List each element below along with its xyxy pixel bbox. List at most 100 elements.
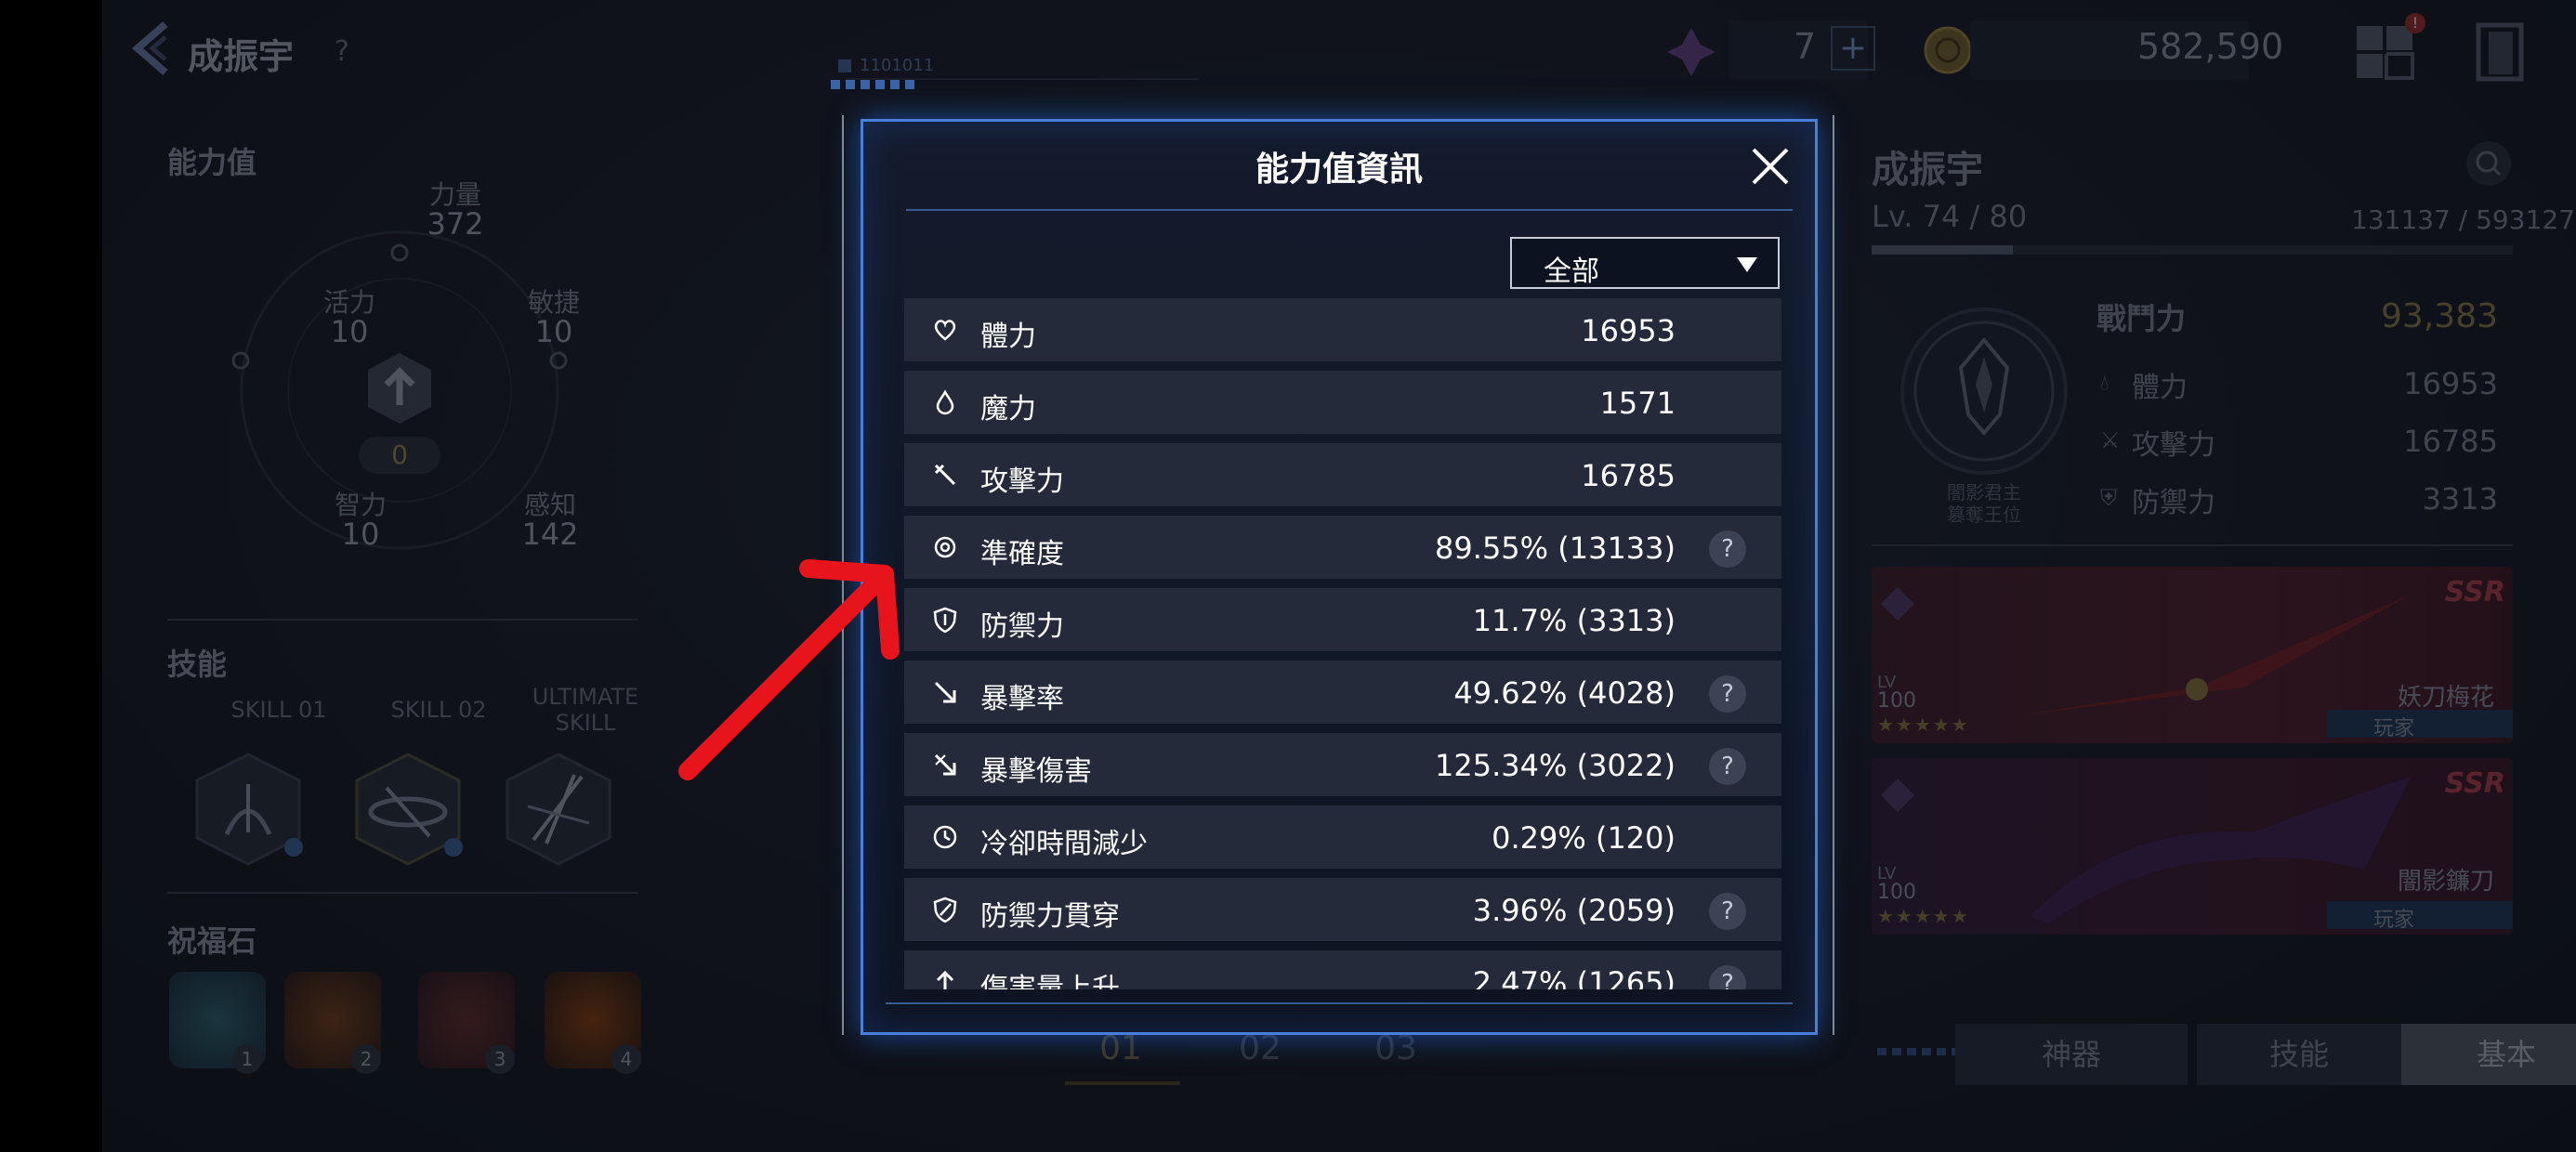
combat-power-value: 93,383 (2381, 297, 2498, 335)
chevron-down-icon (1737, 257, 1757, 272)
emblem-caption-2: 篡奪王位 (1947, 504, 2021, 526)
stat-row-label: 暴擊傷害 (980, 755, 1092, 788)
menu-grid-icon[interactable] (2355, 24, 2416, 82)
sword-icon (934, 464, 956, 486)
skill-02-label: SKILL 02 (390, 697, 487, 723)
stat-upgrade-icon[interactable] (364, 349, 435, 427)
page-01-underline (1065, 1081, 1180, 1085)
help-icon[interactable]: ? (1709, 965, 1746, 989)
drop-icon (936, 389, 954, 415)
stat-row-value: 89.55% (13133) (1435, 530, 1676, 566)
modal-divider (906, 209, 1793, 211)
stat-row-value: 11.7% (3313) (1472, 603, 1676, 638)
shield-icon: ⛨ (2100, 485, 2117, 511)
weapon-1-level: 100 (1877, 689, 1916, 713)
modal-title: 能力值資訊 (1255, 151, 1423, 189)
exit-door-icon[interactable] (2476, 22, 2524, 82)
stat-row: 防禦力貫穿 3.96% (2059) ? (904, 878, 1781, 941)
clock-icon (933, 825, 957, 849)
profile-stat-def-value: 3313 (2422, 481, 2498, 517)
close-icon[interactable] (1748, 144, 1793, 189)
stat-row-label: 傷害量上升 (980, 973, 1120, 989)
stat-row-value: 2.47% (1265) (1472, 965, 1676, 989)
stat-per-value: 142 (521, 517, 579, 552)
stat-row-value: 125.34% (3022) (1435, 748, 1676, 783)
red-annotation-arrow (678, 559, 900, 780)
weapon-1-image (2020, 595, 2411, 715)
page-01[interactable]: 01 (1065, 1029, 1176, 1067)
profile-stat-atk-value: 16785 (2403, 424, 2498, 459)
ultimate-skill-label: ULTIMATE SKILL (532, 684, 639, 736)
stat-filter-value: 全部 (1544, 255, 1599, 288)
exp-bar (1872, 245, 2513, 255)
profile-exp: 131137 / 593127 (2351, 204, 2576, 235)
page-02[interactable]: 02 (1204, 1029, 1316, 1067)
stat-row: 體力 16953 (904, 298, 1781, 361)
stat-agi-value: 10 (534, 314, 573, 349)
code-tag: 1101011 (860, 56, 935, 75)
tab-basic[interactable]: 基本 (2401, 1024, 2576, 1085)
tab-skills[interactable]: 技能 (2197, 1024, 2401, 1085)
stat-row-label: 防禦力貫穿 (980, 900, 1120, 933)
weapon-2-name: 闇影鐮刀 (2397, 868, 2494, 896)
weapon-type-icon (1881, 779, 1914, 812)
stat-row-label: 準確度 (980, 538, 1064, 570)
stat-row-label: 暴擊率 (980, 683, 1064, 715)
help-icon[interactable]: ? (1709, 675, 1746, 713)
stat-row-label: 攻擊力 (980, 465, 1064, 498)
sword-icon: ⚔ (2100, 427, 2121, 453)
blessing-slot-1: 1 (232, 1044, 262, 1074)
weapon-2-stars: ★★★★★ (1877, 905, 1970, 927)
help-icon[interactable]: ? (1709, 893, 1746, 930)
shield-icon (933, 607, 957, 633)
divider (167, 619, 637, 621)
stat-filter-dropdown[interactable]: 全部 (1510, 237, 1780, 289)
weapon-1-owner-bar (2327, 710, 2513, 738)
help-icon[interactable]: ? (1709, 530, 1746, 568)
weapon-2-owner-tag: 玩家 (2372, 909, 2414, 932)
add-gem-button[interactable]: + (1831, 26, 1875, 71)
skills-section-title: 技能 (167, 647, 228, 682)
stat-row: 攻擊力 16785 (904, 443, 1781, 506)
help-icon[interactable]: ? (335, 35, 349, 68)
stat-int-value: 10 (341, 517, 380, 552)
weapon-2-owner-bar (2327, 901, 2513, 929)
page-03[interactable]: 03 (1340, 1029, 1452, 1067)
help-icon[interactable]: ? (1709, 748, 1746, 785)
stat-row-value: 0.29% (120) (1492, 820, 1676, 856)
heart-icon (934, 320, 956, 341)
skill-02-icon[interactable] (349, 751, 467, 868)
character-name: 成振宇 (188, 36, 295, 77)
exp-bar-fill (1872, 245, 2014, 255)
stat-str-value: 372 (427, 206, 484, 242)
weapon-card-2[interactable]: SSR LV 100 ★★★★★ 闇影鐮刀 玩家 (1872, 758, 2513, 935)
zoom-icon[interactable] (2464, 139, 2513, 188)
stat-row-value: 1571 (1599, 386, 1676, 421)
emblem-icon (1900, 308, 2068, 475)
stat-row: 暴擊率 49.62% (4028) ? (904, 661, 1781, 724)
profile-stat-hp-value: 16953 (2403, 366, 2498, 401)
stat-row: 暴擊傷害 125.34% (3022) ? (904, 733, 1781, 796)
profile-stat-atk-label: 攻擊力 (2132, 429, 2215, 462)
drop-icon: 💧︎ (2100, 370, 2109, 396)
combat-power-label: 戰鬥力 (2096, 301, 2187, 336)
tab-artifact[interactable]: 神器 (1955, 1024, 2188, 1085)
stats-info-modal: 能力值資訊 全部 體力 16953 魔力 1571 攻擊力 16785 準確度 … (861, 119, 1818, 1035)
weapon-1-owner-tag: 玩家 (2372, 717, 2414, 740)
stat-row-value: 3.96% (2059) (1472, 893, 1676, 928)
blessing-slot-4: 4 (611, 1044, 641, 1074)
divider (1872, 544, 2513, 546)
stat-row: 魔力 1571 (904, 371, 1781, 434)
gem-count: 7 (1794, 26, 1817, 67)
back-arrow-icon[interactable] (128, 20, 173, 76)
modal-frame-deco (831, 80, 914, 89)
weapon-card-1[interactable]: SSR LV 100 ★★★★★ 妖刀梅花 玩家 (1872, 567, 2513, 743)
weapon-1-name: 妖刀梅花 (2397, 684, 2494, 712)
blessing-slot-3: 3 (485, 1044, 515, 1074)
skill-01-icon[interactable] (190, 751, 307, 868)
stat-list[interactable]: 體力 16953 魔力 1571 攻擊力 16785 準確度 89.55% (1… (904, 298, 1781, 989)
profile-stat-hp-label: 體力 (2132, 372, 2188, 404)
weapon-1-stars: ★★★★★ (1877, 713, 1970, 736)
ultimate-skill-icon[interactable] (500, 751, 617, 868)
stat-row-label: 魔力 (980, 393, 1036, 425)
